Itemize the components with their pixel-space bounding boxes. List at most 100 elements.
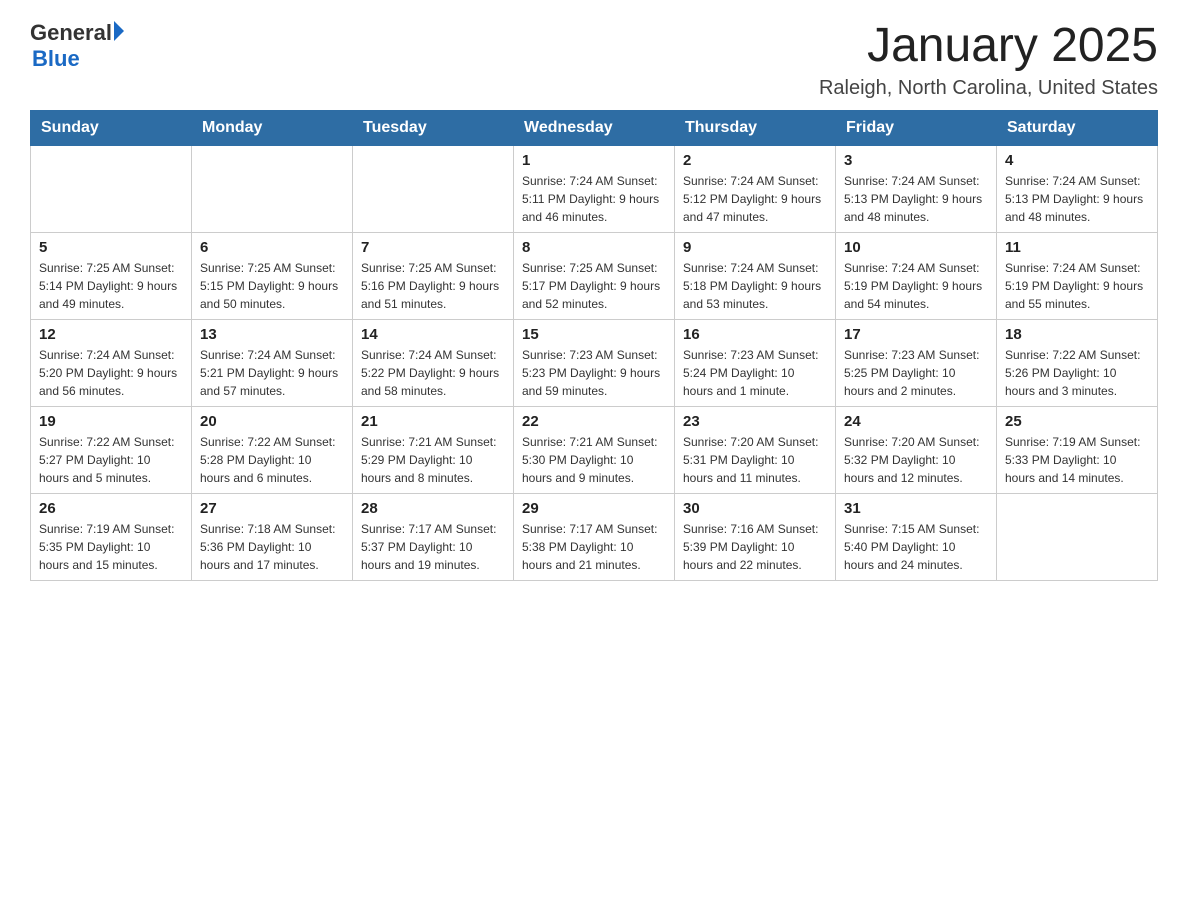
calendar-cell: 2 Sunrise: 7:24 AM Sunset: 5:12 PM Daylig… — [675, 145, 836, 232]
day-number: 30 — [683, 500, 827, 517]
day-info: Sunrise: 7:24 AM Sunset: 5:12 PM Dayligh… — [683, 172, 827, 226]
day-number: 22 — [522, 413, 666, 430]
day-number: 3 — [844, 152, 988, 169]
day-info: Sunrise: 7:22 AM Sunset: 5:28 PM Dayligh… — [200, 433, 344, 487]
day-number: 19 — [39, 413, 183, 430]
logo-arrow-icon — [114, 21, 124, 41]
calendar-cell: 7 Sunrise: 7:25 AM Sunset: 5:16 PM Daylig… — [353, 232, 514, 319]
calendar-subtitle: Raleigh, North Carolina, United States — [819, 77, 1158, 100]
calendar-cell: 5Sunrise: 7:25 AM Sunset: 5:14 PM Daylig… — [31, 232, 192, 319]
calendar-cell — [353, 145, 514, 232]
calendar-cell: 26 Sunrise: 7:19 AM Sunset: 5:35 PM Dayli… — [31, 493, 192, 580]
day-info: Sunrise: 7:19 AM Sunset: 5:33 PM Dayligh… — [1005, 433, 1149, 487]
calendar-cell: 14Sunrise: 7:24 AM Sunset: 5:22 PM Dayli… — [353, 319, 514, 406]
day-info: Sunrise: 7:24 AM Sunset: 5:13 PM Dayligh… — [844, 172, 988, 226]
calendar-cell: 30 Sunrise: 7:16 AM Sunset: 5:39 PM Dayli… — [675, 493, 836, 580]
calendar-cell: 29Sunrise: 7:17 AM Sunset: 5:38 PM Dayli… — [514, 493, 675, 580]
title-block: January 2025 Raleigh, North Carolina, Un… — [819, 20, 1158, 100]
day-info: Sunrise: 7:23 AM Sunset: 5:24 PM Dayligh… — [683, 346, 827, 400]
calendar-cell — [192, 145, 353, 232]
day-number: 8 — [522, 239, 666, 256]
day-number: 1 — [522, 152, 666, 169]
day-info: Sunrise: 7:24 AM Sunset: 5:18 PM Dayligh… — [683, 259, 827, 313]
calendar-cell: 17 Sunrise: 7:23 AM Sunset: 5:25 PM Dayli… — [836, 319, 997, 406]
day-number: 21 — [361, 413, 505, 430]
calendar-day-header: Saturday — [997, 110, 1158, 145]
day-info: Sunrise: 7:20 AM Sunset: 5:32 PM Dayligh… — [844, 433, 988, 487]
day-number: 17 — [844, 326, 988, 343]
day-info: Sunrise: 7:16 AM Sunset: 5:39 PM Dayligh… — [683, 520, 827, 574]
calendar-cell: 13 Sunrise: 7:24 AM Sunset: 5:21 PM Dayli… — [192, 319, 353, 406]
calendar-cell: 15 Sunrise: 7:23 AM Sunset: 5:23 PM Dayli… — [514, 319, 675, 406]
day-number: 11 — [1005, 239, 1149, 256]
calendar-cell: 4 Sunrise: 7:24 AM Sunset: 5:13 PM Daylig… — [997, 145, 1158, 232]
calendar-cell: 21 Sunrise: 7:21 AM Sunset: 5:29 PM Dayli… — [353, 406, 514, 493]
day-number: 7 — [361, 239, 505, 256]
calendar-cell — [31, 145, 192, 232]
day-number: 12 — [39, 326, 183, 343]
calendar-cell: 22 Sunrise: 7:21 AM Sunset: 5:30 PM Dayli… — [514, 406, 675, 493]
day-number: 5 — [39, 239, 183, 256]
day-number: 9 — [683, 239, 827, 256]
calendar-week-row: 12 Sunrise: 7:24 AM Sunset: 5:20 PM Dayli… — [31, 319, 1158, 406]
day-number: 13 — [200, 326, 344, 343]
calendar-cell: 18 Sunrise: 7:22 AM Sunset: 5:26 PM Dayli… — [997, 319, 1158, 406]
calendar-cell: 8Sunrise: 7:25 AM Sunset: 5:17 PM Daylig… — [514, 232, 675, 319]
day-info: Sunrise: 7:24 AM Sunset: 5:20 PM Dayligh… — [39, 346, 183, 400]
day-number: 16 — [683, 326, 827, 343]
day-info: Sunrise: 7:24 AM Sunset: 5:13 PM Dayligh… — [1005, 172, 1149, 226]
calendar-cell: 20 Sunrise: 7:22 AM Sunset: 5:28 PM Dayli… — [192, 406, 353, 493]
calendar-cell: 24Sunrise: 7:20 AM Sunset: 5:32 PM Dayli… — [836, 406, 997, 493]
calendar-table: SundayMondayTuesdayWednesdayThursdayFrid… — [30, 110, 1158, 581]
day-info: Sunrise: 7:17 AM Sunset: 5:37 PM Dayligh… — [361, 520, 505, 574]
day-info: Sunrise: 7:25 AM Sunset: 5:15 PM Dayligh… — [200, 259, 344, 313]
calendar-day-header: Tuesday — [353, 110, 514, 145]
day-number: 20 — [200, 413, 344, 430]
logo: General Blue — [30, 20, 124, 72]
calendar-cell: 3 Sunrise: 7:24 AM Sunset: 5:13 PM Daylig… — [836, 145, 997, 232]
calendar-cell: 16 Sunrise: 7:23 AM Sunset: 5:24 PM Dayli… — [675, 319, 836, 406]
day-number: 18 — [1005, 326, 1149, 343]
calendar-week-row: 5Sunrise: 7:25 AM Sunset: 5:14 PM Daylig… — [31, 232, 1158, 319]
day-info: Sunrise: 7:21 AM Sunset: 5:29 PM Dayligh… — [361, 433, 505, 487]
calendar-cell: 19 Sunrise: 7:22 AM Sunset: 5:27 PM Dayli… — [31, 406, 192, 493]
day-info: Sunrise: 7:20 AM Sunset: 5:31 PM Dayligh… — [683, 433, 827, 487]
day-number: 4 — [1005, 152, 1149, 169]
day-info: Sunrise: 7:21 AM Sunset: 5:30 PM Dayligh… — [522, 433, 666, 487]
day-info: Sunrise: 7:24 AM Sunset: 5:19 PM Dayligh… — [844, 259, 988, 313]
calendar-day-header: Wednesday — [514, 110, 675, 145]
calendar-cell: 9 Sunrise: 7:24 AM Sunset: 5:18 PM Daylig… — [675, 232, 836, 319]
day-info: Sunrise: 7:17 AM Sunset: 5:38 PM Dayligh… — [522, 520, 666, 574]
calendar-day-header: Monday — [192, 110, 353, 145]
day-info: Sunrise: 7:24 AM Sunset: 5:22 PM Dayligh… — [361, 346, 505, 400]
calendar-cell: 31Sunrise: 7:15 AM Sunset: 5:40 PM Dayli… — [836, 493, 997, 580]
day-info: Sunrise: 7:18 AM Sunset: 5:36 PM Dayligh… — [200, 520, 344, 574]
day-number: 27 — [200, 500, 344, 517]
day-number: 28 — [361, 500, 505, 517]
page-header: General Blue January 2025 Raleigh, North… — [30, 20, 1158, 100]
calendar-cell: 12 Sunrise: 7:24 AM Sunset: 5:20 PM Dayli… — [31, 319, 192, 406]
calendar-cell: 10Sunrise: 7:24 AM Sunset: 5:19 PM Dayli… — [836, 232, 997, 319]
day-info: Sunrise: 7:25 AM Sunset: 5:16 PM Dayligh… — [361, 259, 505, 313]
day-number: 6 — [200, 239, 344, 256]
day-info: Sunrise: 7:22 AM Sunset: 5:27 PM Dayligh… — [39, 433, 183, 487]
day-info: Sunrise: 7:23 AM Sunset: 5:25 PM Dayligh… — [844, 346, 988, 400]
logo-blue-text: Blue — [32, 46, 124, 72]
day-info: Sunrise: 7:23 AM Sunset: 5:23 PM Dayligh… — [522, 346, 666, 400]
calendar-week-row: 26 Sunrise: 7:19 AM Sunset: 5:35 PM Dayli… — [31, 493, 1158, 580]
day-info: Sunrise: 7:22 AM Sunset: 5:26 PM Dayligh… — [1005, 346, 1149, 400]
day-info: Sunrise: 7:19 AM Sunset: 5:35 PM Dayligh… — [39, 520, 183, 574]
day-info: Sunrise: 7:24 AM Sunset: 5:21 PM Dayligh… — [200, 346, 344, 400]
calendar-cell — [997, 493, 1158, 580]
day-info: Sunrise: 7:24 AM Sunset: 5:19 PM Dayligh… — [1005, 259, 1149, 313]
calendar-week-row: 1Sunrise: 7:24 AM Sunset: 5:11 PM Daylig… — [31, 145, 1158, 232]
calendar-header-row: SundayMondayTuesdayWednesdayThursdayFrid… — [31, 110, 1158, 145]
logo-general-text: General — [30, 20, 112, 46]
day-info: Sunrise: 7:15 AM Sunset: 5:40 PM Dayligh… — [844, 520, 988, 574]
calendar-title: January 2025 — [819, 20, 1158, 73]
day-number: 2 — [683, 152, 827, 169]
calendar-day-header: Friday — [836, 110, 997, 145]
day-number: 15 — [522, 326, 666, 343]
day-number: 26 — [39, 500, 183, 517]
day-number: 23 — [683, 413, 827, 430]
